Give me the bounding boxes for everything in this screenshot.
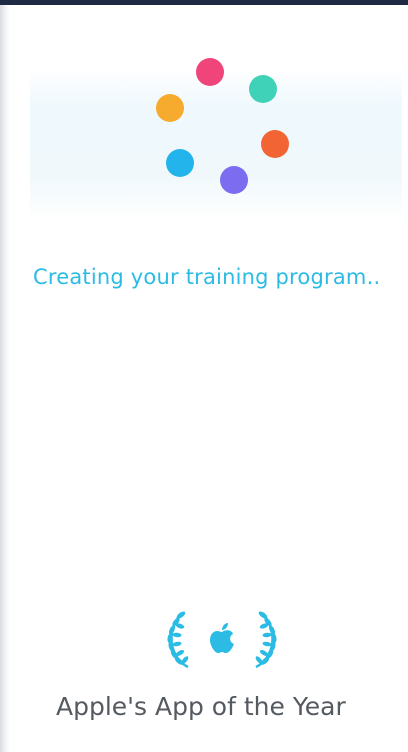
apple-logo-icon — [210, 623, 234, 653]
award-label: Apple's App of the Year — [56, 692, 346, 721]
spinner-dot-yellow — [156, 94, 184, 122]
spinner-dot-orange — [261, 130, 289, 158]
spinner-dot-blue — [166, 149, 194, 177]
right-laurel-icon — [255, 611, 277, 669]
spinner-dot-pink — [196, 58, 224, 86]
apple-award-icon — [160, 607, 284, 671]
status-bar — [0, 0, 408, 5]
laurel-apple-icon — [167, 611, 277, 669]
screen-edge-shadow — [0, 5, 10, 752]
spinner-dot-purple — [220, 166, 248, 194]
spinner-dot-teal — [249, 75, 277, 103]
left-laurel-icon — [167, 611, 189, 669]
loading-message: Creating your training program.. — [33, 265, 381, 289]
loading-spinner — [150, 55, 290, 200]
loading-screen: Creating your training program.. Apple's… — [0, 0, 408, 752]
